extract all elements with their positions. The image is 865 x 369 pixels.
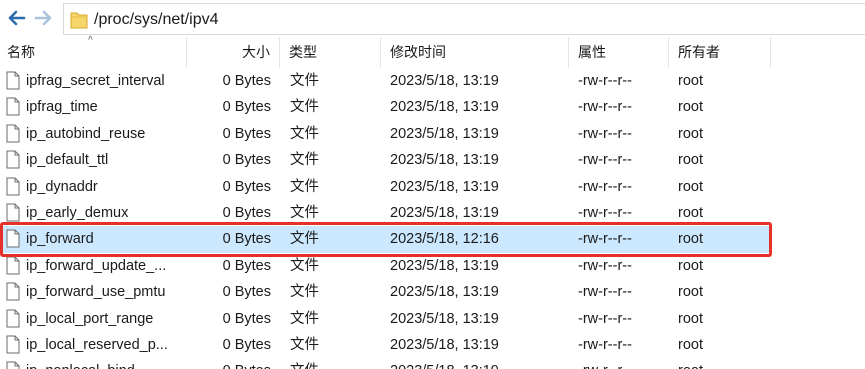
file-owner: root [678,152,703,169]
file-owner: root [678,358,768,369]
file-attributes: -rw-r--r-- [578,99,632,116]
file-icon [6,150,20,169]
folder-icon [70,12,88,29]
file-attributes: -rw-r--r-- [578,358,668,369]
file-modified: 2023/5/18, 13:19 [390,284,499,301]
file-name: ip_default_ttl [26,152,109,169]
back-arrow-icon[interactable] [6,8,26,28]
file-owner: root [678,178,703,195]
file-size: 0 Bytes [222,310,271,327]
file-modified: 2023/5/18, 13:19 [390,178,499,195]
column-divider[interactable] [186,37,187,68]
file-modified: 2023/5/18, 13:19 [390,358,570,369]
file-name: ip_local_port_range [26,310,154,327]
file-attributes: -rw-r--r-- [578,125,632,142]
file-icon [6,335,20,354]
file-owner: root [678,337,703,353]
table-row[interactable]: ip_forward_use_pmtu 0 Bytes 文件 2023/5/18, 1… [0,279,770,305]
column-header-size[interactable]: 大小 [242,37,270,68]
column-divider[interactable] [668,37,669,68]
file-modified: 2023/5/18, 13:19 [390,99,499,116]
file-modified: 2023/5/18, 13:19 [390,152,499,169]
file-attributes: -rw-r--r-- [578,178,632,195]
file-size: 0 Bytes [222,284,271,301]
file-modified: 2023/5/18, 13:19 [390,73,499,89]
file-icon [6,97,20,116]
column-header-type[interactable]: 类型 [289,37,317,68]
file-attributes: -rw-r--r-- [578,152,632,169]
address-path: /proc/sys/net/ipv4 [94,11,219,28]
forward-arrow-icon[interactable] [34,8,54,28]
file-size: 0 Bytes [222,125,271,142]
column-divider[interactable] [279,37,280,68]
file-icon [6,203,20,222]
table-row[interactable]: ip_local_reserved_p... 0 Bytes 文件 2023/5/18… [0,332,770,358]
file-icon [6,282,20,301]
file-owner: root [678,125,703,142]
column-header-row: ^ 名称 大小 类型 修改时间 属性 所有者 [0,35,865,68]
file-icon [6,309,20,328]
table-row[interactable]: ip_dynaddr 0 Bytes 文件 2023/5/18, 13:19 -rw-r… [0,174,770,200]
file-name: ipfrag_time [26,99,98,116]
file-icon [6,71,20,90]
sort-ascending-icon: ^ [88,35,93,46]
table-row[interactable]: ip_autobind_reuse 0 Bytes 文件 2023/5/18, 13:… [0,121,770,147]
table-row[interactable]: ip_nonlocal_bind 0 Bytes 文件 2023/5/18, 13:1… [0,358,770,369]
address-bar: /proc/sys/net/ipv4 [0,0,865,36]
file-size: 0 Bytes [222,152,271,169]
highlight-box [0,222,772,257]
file-type: 文件 [290,99,319,116]
file-size: 0 Bytes [222,99,271,116]
file-attributes: -rw-r--r-- [578,73,632,89]
file-name: ipfrag_secret_interval [26,73,165,89]
file-attributes: -rw-r--r-- [578,337,632,353]
file-type: 文件 [290,73,319,89]
file-icon [6,124,20,143]
file-owner: root [678,310,703,327]
file-owner: root [678,99,703,116]
file-icon [6,256,20,275]
column-divider[interactable] [568,37,569,68]
file-type: 文件 [290,152,319,169]
file-modified: 2023/5/18, 13:19 [390,125,499,142]
file-name: ip_local_reserved_p... [26,337,168,353]
file-modified: 2023/5/18, 13:19 [390,310,499,327]
file-type: 文件 [290,284,319,301]
file-type: 文件 [290,125,319,142]
column-divider[interactable] [770,37,771,68]
table-row[interactable]: ip_default_ttl 0 Bytes 文件 2023/5/18, 13:19 -… [0,147,770,173]
file-type: 文件 [290,310,319,327]
column-header-attributes[interactable]: 属性 [578,37,606,68]
file-type: 文件 [290,178,319,195]
file-type: 文件 [290,337,319,353]
column-header-owner[interactable]: 所有者 [678,37,720,68]
file-name: ip_dynaddr [26,178,98,195]
file-icon [6,177,20,196]
file-type: 文件 [290,358,370,369]
table-row[interactable]: ipfrag_secret_interval 0 Bytes 文件 2023/5/18… [0,68,770,94]
column-header-modified[interactable]: 修改时间 [390,37,446,68]
file-size: 0 Bytes [222,178,271,195]
file-size: 0 Bytes [188,358,271,369]
table-row[interactable]: ipfrag_time 0 Bytes 文件 2023/5/18, 13:19 -rw-… [0,94,770,120]
column-header-name[interactable]: 名称 [7,37,35,68]
file-name: ip_autobind_reuse [26,125,146,142]
file-modified: 2023/5/18, 13:19 [390,337,499,353]
file-list: ipfrag_secret_interval 0 Bytes 文件 2023/5/18… [0,68,865,369]
file-owner: root [678,73,703,89]
table-row[interactable]: ip_local_port_range 0 Bytes 文件 2023/5/18, 1… [0,306,770,332]
file-size: 0 Bytes [222,337,271,353]
file-name: ip_nonlocal_bind [26,358,184,369]
file-attributes: -rw-r--r-- [578,284,632,301]
file-name: ip_forward_use_pmtu [26,284,166,301]
file-size: 0 Bytes [222,73,271,89]
column-divider[interactable] [380,37,381,68]
file-owner: root [678,284,703,301]
file-icon [6,361,20,369]
address-input[interactable]: /proc/sys/net/ipv4 [63,3,865,35]
file-attributes: -rw-r--r-- [578,310,632,327]
